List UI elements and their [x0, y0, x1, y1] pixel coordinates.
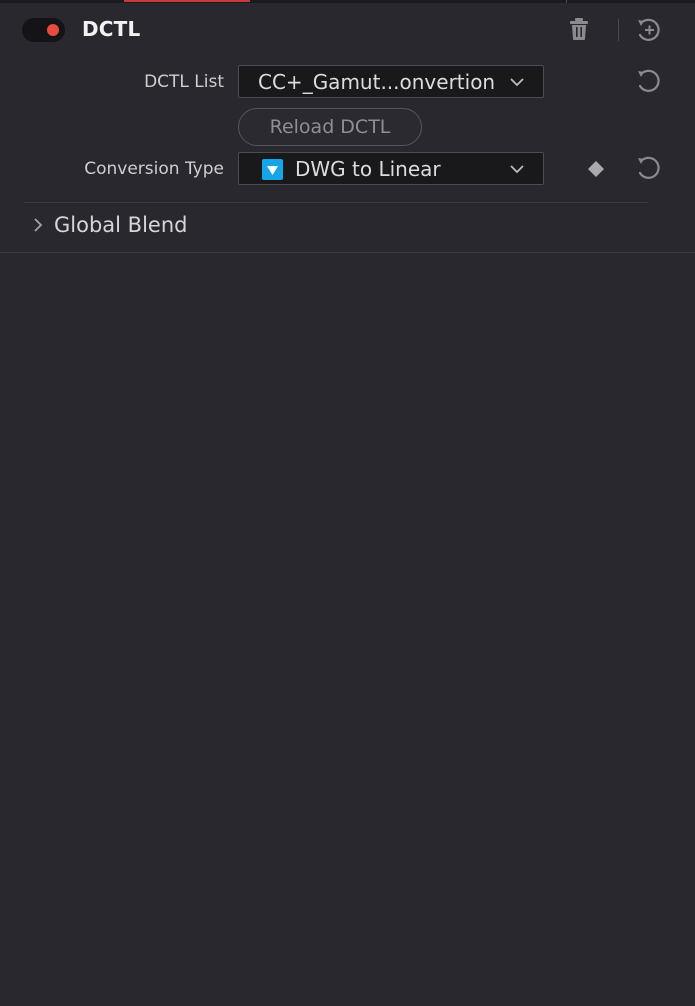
header-divider	[618, 19, 619, 41]
effect-enable-toggle[interactable]	[22, 18, 65, 42]
chevron-down-icon	[510, 165, 524, 174]
trash-icon	[570, 18, 588, 40]
chevron-down-icon	[510, 78, 524, 87]
dctl-list-value: CC+_Gamut...onvertion	[258, 70, 496, 94]
conversion-type-dropdown[interactable]: DWG to Linear	[238, 152, 544, 185]
reset-icon	[638, 156, 660, 179]
delete-effect-button[interactable]	[566, 15, 592, 43]
conversion-type-keyframe-button[interactable]	[583, 156, 609, 182]
reload-dctl-button[interactable]: Reload DCTL	[238, 108, 422, 146]
toggle-knob	[47, 24, 59, 36]
conversion-type-reset-button[interactable]	[634, 153, 664, 183]
dctl-list-reset-button[interactable]	[634, 66, 664, 96]
global-blend-section[interactable]: Global Blend	[0, 203, 695, 251]
chevron-right-icon	[34, 218, 43, 232]
keyframe-diamond-icon	[588, 161, 604, 177]
add-effect-button[interactable]	[634, 15, 664, 45]
dctl-list-label: DCTL List	[144, 72, 224, 92]
conversion-type-label: Conversion Type	[84, 159, 224, 179]
triangle-down-icon	[262, 159, 283, 180]
active-tab-indicator	[124, 0, 250, 2]
effect-title: DCTL	[82, 17, 141, 41]
dctl-list-dropdown[interactable]: CC+_Gamut...onvertion	[238, 65, 544, 98]
effect-header: DCTL	[0, 3, 695, 55]
reset-icon	[638, 69, 660, 92]
conversion-type-value: DWG to Linear	[295, 157, 441, 181]
global-blend-label: Global Blend	[54, 213, 188, 237]
add-circle-icon	[638, 18, 660, 41]
section-divider	[0, 252, 695, 253]
